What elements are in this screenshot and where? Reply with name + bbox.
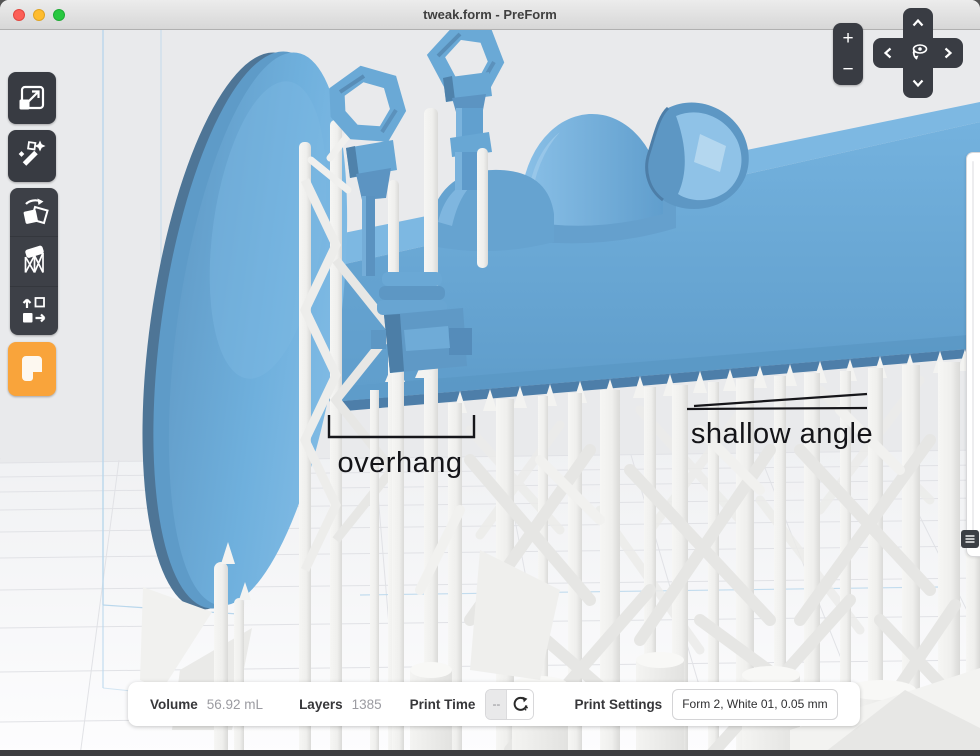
layers-value: 1385 (352, 697, 382, 712)
print-time-label: Print Time (410, 697, 476, 712)
print-time-refresh-button[interactable] (507, 690, 533, 719)
chevron-left-icon (880, 45, 896, 61)
refresh-icon (511, 695, 529, 713)
orbit-view-button[interactable] (903, 38, 933, 68)
list-icon (964, 533, 976, 545)
tool-supports-button[interactable] (10, 236, 58, 285)
print-time-control: -- (485, 689, 534, 720)
tool-layout-button[interactable] (10, 286, 58, 335)
chevron-up-icon (910, 15, 926, 31)
chevron-down-icon (910, 75, 926, 91)
chevron-right-icon (940, 45, 956, 61)
printer-cartridge-icon (8, 345, 56, 393)
zoom-control: + − (833, 23, 863, 85)
annotation-overhang-label: overhang (338, 447, 463, 479)
model-list-panel-collapsed[interactable] (966, 152, 980, 557)
panel-groove (972, 161, 974, 548)
pan-right-button[interactable] (933, 38, 963, 68)
scale-icon (8, 74, 56, 122)
tool-orientation-button[interactable] (10, 188, 58, 236)
tool-size-button[interactable] (8, 72, 56, 124)
rotate-icon (10, 188, 58, 236)
pan-left-button[interactable] (873, 38, 903, 68)
viewport-3d[interactable]: overhang shallow angle (0, 30, 980, 756)
status-bar: Volume 56.92 mL Layers 1385 Print Time -… (128, 682, 860, 726)
tool-print-button[interactable] (8, 342, 56, 396)
pan-down-button[interactable] (903, 68, 933, 98)
layers-label: Layers (299, 697, 343, 712)
volume-value: 56.92 mL (207, 697, 263, 712)
volume-label: Volume (150, 697, 198, 712)
zoom-in-button[interactable]: + (833, 23, 863, 54)
layout-icon (10, 287, 58, 335)
scene-render: overhang shallow angle (0, 30, 980, 756)
preform-window: tweak.form - PreForm (0, 0, 980, 756)
print-time-value: -- (486, 690, 507, 719)
print-settings-label: Print Settings (574, 697, 662, 712)
annotation-shallow-angle-label: shallow angle (691, 418, 873, 450)
pan-up-button[interactable] (903, 8, 933, 38)
zoom-out-button[interactable]: − (833, 54, 863, 85)
supports-icon (10, 237, 58, 285)
print-settings-selector[interactable]: Form 2, White 01, 0.05 mm (672, 689, 837, 720)
magic-wand-icon (8, 132, 56, 180)
model-list-button[interactable] (961, 530, 979, 548)
tool-group (10, 188, 58, 335)
orbit-eye-icon (905, 40, 931, 66)
window-bottom-edge (0, 750, 980, 756)
tool-one-click-print-button[interactable] (8, 130, 56, 182)
